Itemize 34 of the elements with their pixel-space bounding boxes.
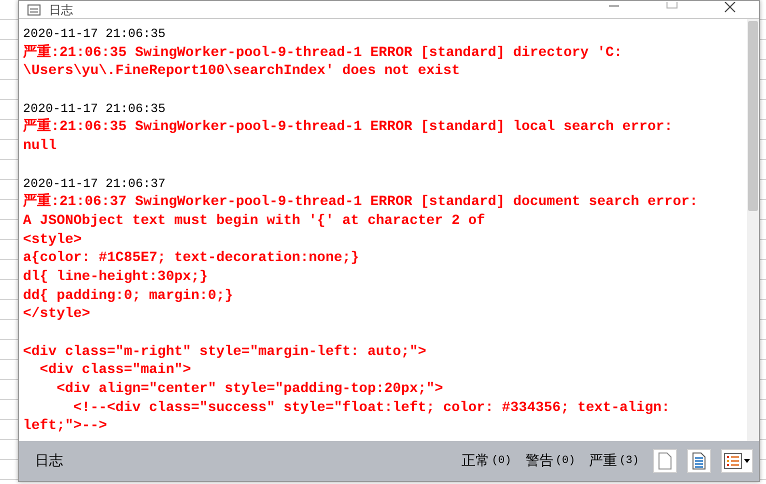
error-line: <div align="center" style="padding-top:20px;"> [56,380,444,399]
log-timestamp: 2020-11-17 21:06:35 [23,26,166,43]
error-line: null [23,137,57,156]
level-label: 正常 [462,452,490,470]
list-view-button[interactable] [721,449,753,473]
document-button[interactable] [687,449,711,473]
error-line: dl{ line-height:30px;} [23,268,208,287]
error-line: </style> [23,305,90,324]
level-count: (3) [619,455,639,467]
level-label: 警告 [525,452,554,470]
error-line: <!--<div class="success" style="float:left; color: #334356; text-align: [72,398,670,418]
level-count: (0) [492,455,512,467]
error-line: left;">--> [23,417,108,436]
scrollbar[interactable] [747,19,759,441]
error-line: A JSONObject text must begin with '{' at character 2 of [23,212,486,231]
error-line: <div class="m-right" style="margin-left: auto;"> [23,342,426,362]
level-count: (0) [555,455,576,467]
error-line: 严重:21:06:35 SwingWorker-pool-9-thread-1 ERROR [standard] directory 'C: [23,44,622,62]
error-line: \Users\yu\.FineReport100\searchIndex' does not exist [23,62,460,82]
window-title: 日志 [49,2,73,16]
status-label: 日志 [35,452,63,470]
log-timestamp: 2020-11-17 21:06:37 [23,176,166,192]
log-timestamp: 2020-11-17 21:06:35 [23,100,166,118]
error-line: dd{ padding:0; margin:0;} [23,286,234,306]
error-line: <style> [23,230,82,250]
log-window-icon [27,4,41,16]
blank-page-button[interactable] [653,449,677,473]
level-label: 严重 [589,452,618,470]
error-line: <div class="main"> [38,361,192,380]
error-line: a{color: #1C85E7; text-decoration:none;} [23,249,360,268]
error-line: 严重:21:06:37 SwingWorker-pool-9-thread-1 ERROR [standard] document search error: [23,193,698,212]
list-icon [724,453,742,469]
caret-icon [744,459,750,463]
error-line: 严重:21:06:35 SwingWorker-pool-9-thread-1 ERROR [standard] local search error: [23,118,673,138]
